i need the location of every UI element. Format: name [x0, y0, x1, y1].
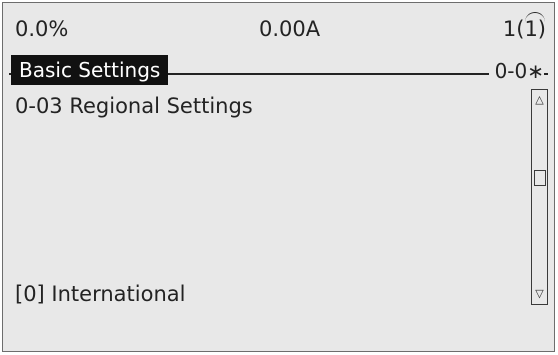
parameter-name: 0-03 Regional Settings [15, 94, 253, 118]
scroll-thumb[interactable] [534, 170, 546, 186]
status-bar: 0.0% 0.00A 1(1) [3, 3, 554, 51]
menu-title: Basic Settings [11, 55, 169, 85]
menu-index: 0-0∗ [488, 56, 544, 86]
scroll-up-arrow-icon[interactable]: △ [532, 92, 547, 108]
scroll-down-arrow-icon[interactable]: ▽ [532, 286, 547, 302]
edit-setup-arc-icon [525, 12, 545, 22]
lcp-display: 0.0% 0.00A 1(1) Basic Settings 0-0∗ 0-03… [2, 2, 555, 352]
speed-readout: 0.0% [15, 17, 69, 41]
current-readout: 0.00A [259, 17, 321, 41]
setup-indicator: 1(1) [503, 12, 546, 41]
parameter-value[interactable]: [0] International [15, 282, 185, 306]
scrollbar[interactable]: △ ▽ [531, 89, 548, 305]
